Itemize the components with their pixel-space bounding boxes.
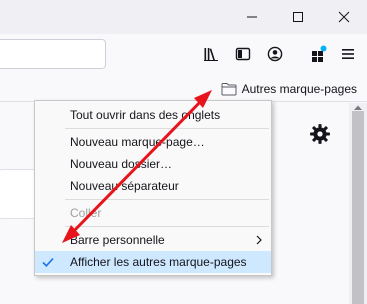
- menu-item-label: Barre personnelle: [70, 233, 165, 247]
- close-button[interactable]: [321, 0, 367, 34]
- menu-item-label: Nouveau séparateur: [70, 179, 179, 193]
- menu-item-label: Nouveau dossier…: [70, 157, 173, 171]
- sidebar-icon: [235, 47, 251, 61]
- gear-icon[interactable]: [309, 123, 331, 145]
- bookmarks-context-menu: Tout ouvrir dans des onglets Nouveau mar…: [34, 100, 272, 276]
- menu-icon: [342, 49, 354, 59]
- menu-separator: [65, 199, 269, 200]
- close-icon: [338, 11, 350, 23]
- library-button[interactable]: [199, 42, 223, 66]
- extensions-button[interactable]: [306, 42, 330, 66]
- bookmarks-toolbar: Autres marque-pages: [0, 74, 367, 102]
- menu-separator: [65, 226, 269, 227]
- menu-item-label: Afficher les autres marque-pages: [70, 255, 247, 269]
- title-bar: [0, 0, 367, 34]
- sidebar-button[interactable]: [231, 42, 255, 66]
- scroll-up-icon[interactable]: [352, 104, 364, 111]
- account-icon: [267, 46, 283, 62]
- navigation-toolbar: [0, 34, 367, 74]
- menu-item-personal-toolbar[interactable]: Barre personnelle: [35, 229, 271, 251]
- other-bookmarks-button[interactable]: Autres marque-pages: [221, 79, 357, 99]
- menu-separator: [65, 128, 269, 129]
- menu-item-new-bookmark[interactable]: Nouveau marque-page…: [35, 131, 271, 153]
- extensions-icon: [312, 45, 327, 62]
- menu-item-paste: Coller: [35, 202, 271, 224]
- checkmark-icon: [42, 257, 54, 267]
- menu-item-label: Coller: [70, 206, 102, 220]
- chevron-right-icon: [256, 235, 262, 245]
- other-bookmarks-label: Autres marque-pages: [241, 82, 357, 96]
- menu-item-open-all-in-tabs[interactable]: Tout ouvrir dans des onglets: [35, 104, 271, 126]
- menu-button[interactable]: [336, 42, 360, 66]
- url-bar[interactable]: [0, 39, 106, 69]
- library-icon: [204, 48, 218, 61]
- menu-item-label: Tout ouvrir dans des onglets: [70, 108, 221, 122]
- menu-item-new-folder[interactable]: Nouveau dossier…: [35, 153, 271, 175]
- menu-item-label: Nouveau marque-page…: [70, 135, 205, 149]
- scrollbar-thumb[interactable]: [352, 111, 364, 304]
- account-button[interactable]: [263, 42, 287, 66]
- minimize-icon: [247, 16, 257, 18]
- minimize-button[interactable]: [229, 0, 275, 34]
- folder-icon: [221, 83, 237, 96]
- menu-item-new-separator[interactable]: Nouveau séparateur: [35, 175, 271, 197]
- maximize-button[interactable]: [275, 0, 321, 34]
- menu-item-show-other-bookmarks[interactable]: Afficher les autres marque-pages: [35, 251, 271, 273]
- maximize-icon: [293, 12, 303, 22]
